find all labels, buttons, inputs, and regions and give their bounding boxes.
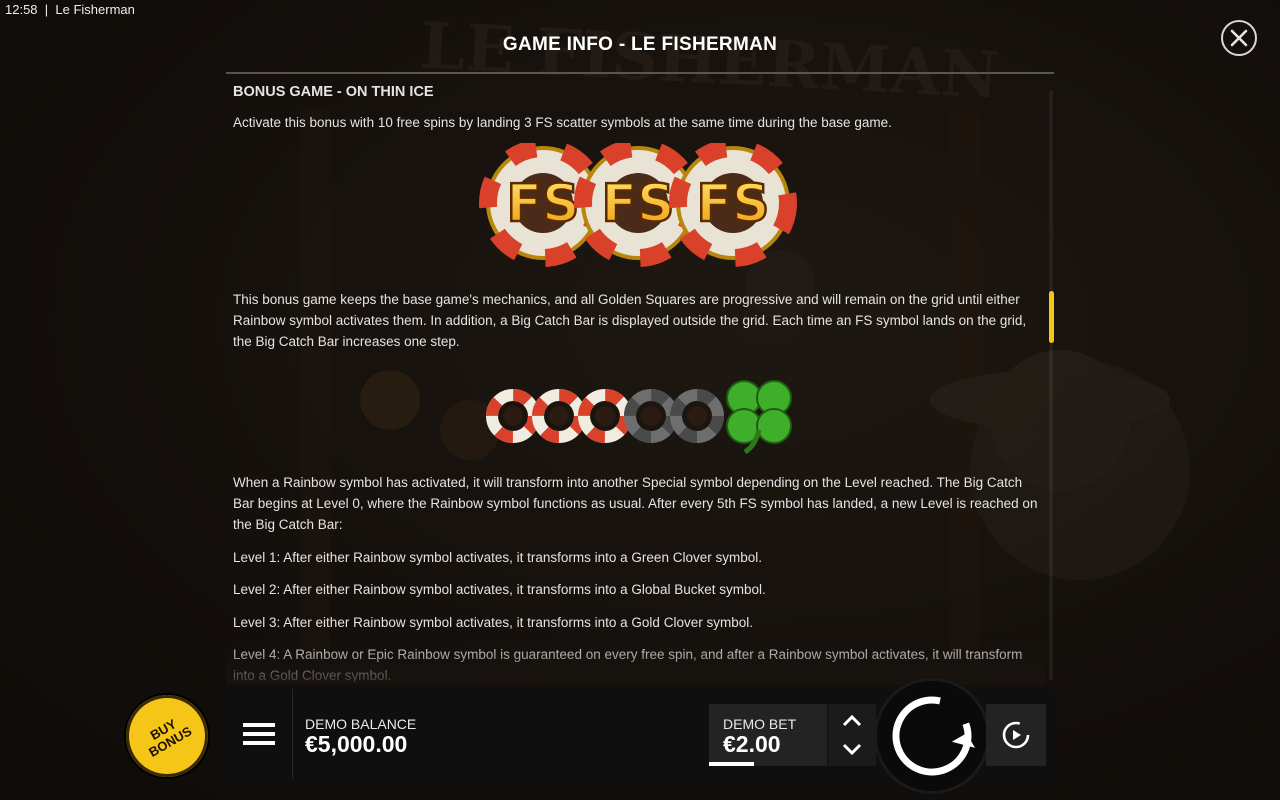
mechanics-text: This bonus game keeps the base game's me… (233, 292, 1027, 349)
status-clock: 12:58 | Le Fisherman (5, 2, 135, 17)
close-icon (1230, 29, 1248, 47)
menu-button[interactable] (226, 689, 293, 779)
close-button[interactable] (1221, 20, 1257, 56)
big-catch-bar-icon (486, 380, 792, 455)
game-info-scroll-area[interactable]: BONUS GAME - ON THIN ICE Activate this b… (226, 76, 1046, 682)
balance-label: DEMO BALANCE (305, 716, 417, 732)
level-1-text: Level 1: After either Rainbow symbol act… (233, 550, 762, 565)
hamburger-menu-icon (243, 723, 275, 745)
autoplay-button[interactable] (986, 704, 1046, 766)
rainbow-text: When a Rainbow symbol has activated, it … (233, 475, 1038, 532)
spin-button[interactable] (877, 681, 987, 791)
intro-text: Activate this bonus with 10 free spins b… (233, 115, 892, 130)
section-heading: BONUS GAME - ON THIN ICE (233, 84, 434, 100)
clover-icon (726, 380, 792, 455)
bet-level-indicator (709, 762, 754, 766)
scrollbar-thumb[interactable] (1049, 291, 1054, 343)
level-2-text: Level 2: After either Rainbow symbol act… (233, 582, 766, 597)
autoplay-icon (1002, 721, 1030, 749)
bet-label: DEMO BET (723, 716, 797, 732)
svg-text:FS: FS (602, 174, 675, 234)
svg-text:FS: FS (507, 174, 580, 234)
chevron-up-icon (842, 714, 862, 727)
title-divider (226, 72, 1054, 74)
level-3-text: Level 3: After either Rainbow symbol act… (233, 615, 753, 630)
big-catch-bar-illustration (233, 366, 1038, 456)
level-4-text: Level 4: A Rainbow or Epic Rainbow symbo… (233, 647, 1023, 682)
chevron-down-icon (842, 743, 862, 756)
bet-increase-button[interactable] (828, 704, 876, 735)
spin-icon (892, 696, 976, 776)
bet-value: €2.00 (723, 731, 781, 757)
svg-text:FS: FS (697, 174, 770, 234)
scrollbar-track[interactable] (1049, 90, 1053, 680)
fs-scatter-symbols: FS FS FS (233, 139, 1038, 283)
page-title: GAME INFO - LE FISHERMAN (502, 34, 778, 55)
bet-decrease-button[interactable] (828, 735, 876, 766)
buy-bonus-button[interactable]: BUY BONUS (126, 695, 208, 777)
bet-stepper (828, 704, 876, 766)
fs-scatter-icon: FS FS FS (479, 139, 797, 267)
balance-value: €5,000.00 (305, 731, 408, 757)
